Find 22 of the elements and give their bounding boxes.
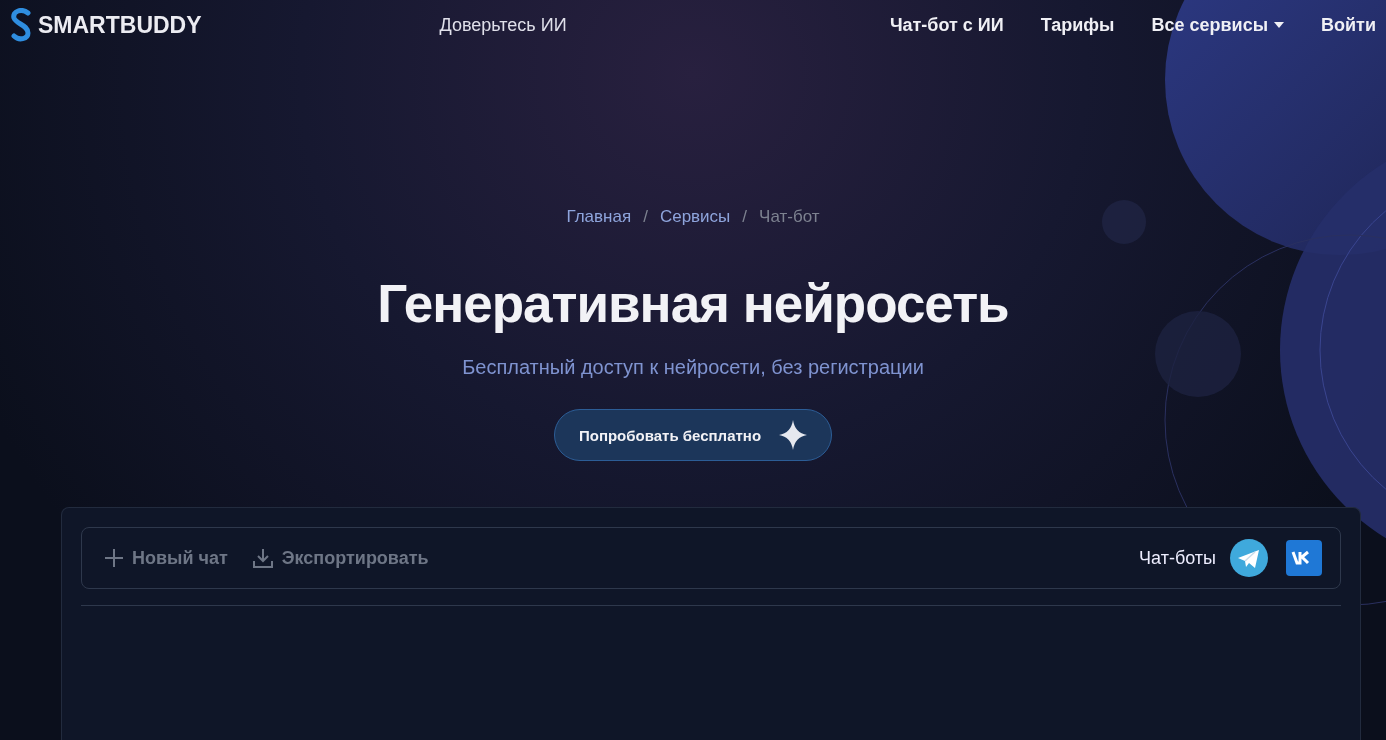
breadcrumb-separator: / [643,207,648,227]
plus-icon [104,548,124,568]
page-title: Генеративная нейросеть [377,273,1009,334]
try-free-button[interactable]: Попробовать бесплатно [553,409,833,461]
logo-icon [8,8,34,42]
tagline: Доверьтесь ИИ [439,14,567,36]
nav-link[interactable]: Чат-бот с ИИ [889,14,1004,36]
nav-link[interactable]: Тарифы [1040,14,1115,36]
breadcrumb-separator: / [742,207,748,227]
nav-link[interactable]: Все сервисы [1151,14,1285,36]
toolbar-button[interactable]: Экспортировать [251,547,429,569]
nav-link[interactable]: Войти [1321,14,1376,36]
sparkle-icon [779,420,808,450]
subtitle: Бесплатный доступ к нейросети, без регистрации [462,356,924,379]
chatbots-label: Чат-боты [1139,547,1216,569]
toolbar-button[interactable]: Новый чат [104,547,228,569]
breadcrumb-link[interactable]: Главная [566,207,632,227]
download-icon [251,547,274,569]
paper-plane-icon[interactable] [1230,539,1268,577]
breadcrumb-link[interactable]: Сервисы [659,207,731,227]
vk-icon[interactable] [1286,540,1322,576]
brand-name[interactable]: SMARTBUDDY [38,11,202,39]
